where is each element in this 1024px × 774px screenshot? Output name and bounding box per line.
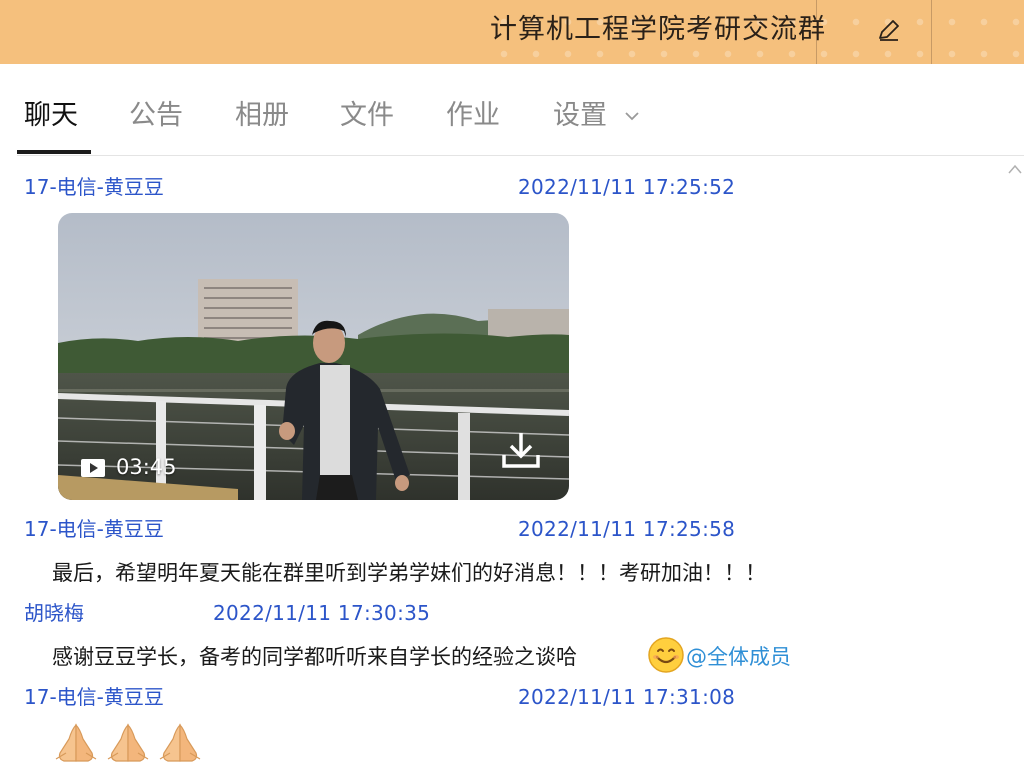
chevron-up-icon[interactable] <box>1008 163 1022 175</box>
divider <box>17 155 1024 156</box>
group-header: 计算机工程学院考研交流群 <box>0 0 1024 64</box>
active-tab-indicator <box>17 150 91 154</box>
message-sender[interactable]: 17-电信-黄豆豆 <box>24 516 164 542</box>
praying-hands-icon <box>107 723 149 762</box>
video-duration: 03:45 <box>116 455 177 479</box>
message-sender[interactable]: 胡晓梅 <box>24 600 84 626</box>
video-message[interactable]: 03:45 <box>58 213 569 500</box>
message-text: 最后，希望明年夏天能在群里听到学弟学妹们的好消息！！！考研加油！！！ <box>52 561 766 585</box>
play-icon[interactable] <box>80 458 106 478</box>
header-decoration <box>931 0 932 64</box>
tab-chat[interactable]: 聊天 <box>24 98 78 134</box>
praying-hands-icon <box>55 723 97 762</box>
chevron-down-icon[interactable] <box>624 110 640 122</box>
pencil-icon[interactable] <box>876 17 902 43</box>
message-text: 感谢豆豆学长，备考的同学都听听来自学长的经验之谈哈 <box>52 645 577 669</box>
message-timestamp: 2022/11/11 17:30:35 <box>213 601 431 625</box>
header-background <box>0 0 480 64</box>
tab-bar: 聊天 公告 相册 文件 作业 设置 <box>0 64 1024 156</box>
tab-files[interactable]: 文件 <box>340 98 394 134</box>
message-timestamp: 2022/11/11 17:31:08 <box>518 685 736 709</box>
tab-announcement[interactable]: 公告 <box>129 98 183 134</box>
message-timestamp: 2022/11/11 17:25:52 <box>518 175 736 199</box>
group-title: 计算机工程学院考研交流群 <box>490 14 826 45</box>
download-icon[interactable] <box>500 429 542 471</box>
mention-all-members[interactable]: @全体成员 <box>686 642 791 672</box>
praying-hands-icon <box>159 723 201 762</box>
message-sender[interactable]: 17-电信-黄豆豆 <box>24 684 164 710</box>
message-timestamp: 2022/11/11 17:25:58 <box>518 517 736 541</box>
message-sender[interactable]: 17-电信-黄豆豆 <box>24 174 164 200</box>
tab-homework[interactable]: 作业 <box>446 98 500 134</box>
tab-settings[interactable]: 设置 <box>553 98 607 134</box>
smiling-face-icon <box>648 637 684 673</box>
tab-album[interactable]: 相册 <box>235 98 289 134</box>
